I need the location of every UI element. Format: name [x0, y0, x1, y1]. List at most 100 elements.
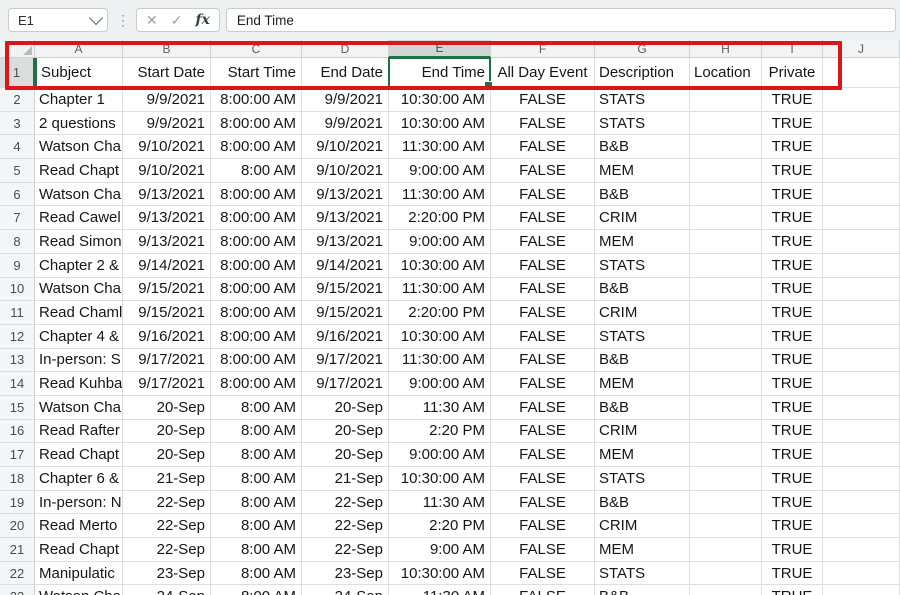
cell-H19[interactable]: [690, 491, 762, 515]
cell-C16[interactable]: 8:00 AM: [211, 420, 302, 444]
cell-C10[interactable]: 8:00:00 AM: [211, 278, 302, 302]
cell-D1[interactable]: End Date: [302, 58, 389, 88]
cell-A17[interactable]: Read Chapt: [35, 443, 123, 467]
cell-B14[interactable]: 9/17/2021: [123, 372, 211, 396]
cell-D8[interactable]: 9/13/2021: [302, 230, 389, 254]
cell-C12[interactable]: 8:00:00 AM: [211, 325, 302, 349]
enter-icon[interactable]: ✓: [171, 12, 183, 29]
cell-C6[interactable]: 8:00:00 AM: [211, 183, 302, 207]
cell-B16[interactable]: 20-Sep: [123, 420, 211, 444]
cell-E10[interactable]: 11:30:00 AM: [389, 278, 491, 302]
row-header-10[interactable]: 10: [0, 278, 35, 302]
cell-I9[interactable]: TRUE: [762, 254, 823, 278]
cell-A8[interactable]: Read Simon: [35, 230, 123, 254]
cell-B2[interactable]: 9/9/2021: [123, 88, 211, 112]
cell-G17[interactable]: MEM: [595, 443, 690, 467]
cell-H18[interactable]: [690, 467, 762, 491]
cell-D23[interactable]: 24-Sep: [302, 585, 389, 595]
cell-G20[interactable]: CRIM: [595, 514, 690, 538]
cell-D13[interactable]: 9/17/2021: [302, 349, 389, 373]
cell-H8[interactable]: [690, 230, 762, 254]
cell-E18[interactable]: 10:30:00 AM: [389, 467, 491, 491]
cell-J20[interactable]: [823, 514, 900, 538]
column-header-G[interactable]: G: [595, 40, 690, 58]
cell-E14[interactable]: 9:00:00 AM: [389, 372, 491, 396]
cell-G6[interactable]: B&B: [595, 183, 690, 207]
cell-J10[interactable]: [823, 278, 900, 302]
cell-B7[interactable]: 9/13/2021: [123, 206, 211, 230]
cell-J1[interactable]: [823, 58, 900, 88]
cell-J23[interactable]: [823, 585, 900, 595]
cell-A23[interactable]: Watson Cha: [35, 585, 123, 595]
cell-I11[interactable]: TRUE: [762, 301, 823, 325]
cell-G12[interactable]: STATS: [595, 325, 690, 349]
cell-F15[interactable]: FALSE: [491, 396, 595, 420]
cell-G7[interactable]: CRIM: [595, 206, 690, 230]
cell-D18[interactable]: 21-Sep: [302, 467, 389, 491]
cell-H3[interactable]: [690, 112, 762, 136]
cell-B23[interactable]: 24-Sep: [123, 585, 211, 595]
cancel-icon[interactable]: ✕: [146, 12, 158, 29]
cell-J7[interactable]: [823, 206, 900, 230]
fill-handle[interactable]: [484, 81, 493, 90]
cell-G10[interactable]: B&B: [595, 278, 690, 302]
cell-D16[interactable]: 20-Sep: [302, 420, 389, 444]
cell-C19[interactable]: 8:00 AM: [211, 491, 302, 515]
row-header-15[interactable]: 15: [0, 396, 35, 420]
cell-F17[interactable]: FALSE: [491, 443, 595, 467]
cell-D12[interactable]: 9/16/2021: [302, 325, 389, 349]
cell-C2[interactable]: 8:00:00 AM: [211, 88, 302, 112]
cell-I19[interactable]: TRUE: [762, 491, 823, 515]
cell-E9[interactable]: 10:30:00 AM: [389, 254, 491, 278]
cell-C13[interactable]: 8:00:00 AM: [211, 349, 302, 373]
cell-A15[interactable]: Watson Cha: [35, 396, 123, 420]
cell-I15[interactable]: TRUE: [762, 396, 823, 420]
cell-G18[interactable]: STATS: [595, 467, 690, 491]
cell-D19[interactable]: 22-Sep: [302, 491, 389, 515]
cell-I4[interactable]: TRUE: [762, 135, 823, 159]
cell-D9[interactable]: 9/14/2021: [302, 254, 389, 278]
row-header-21[interactable]: 21: [0, 538, 35, 562]
cell-I18[interactable]: TRUE: [762, 467, 823, 491]
column-header-I[interactable]: I: [762, 40, 823, 58]
cell-A11[interactable]: Read Chaml: [35, 301, 123, 325]
row-header-19[interactable]: 19: [0, 491, 35, 515]
cell-B11[interactable]: 9/15/2021: [123, 301, 211, 325]
cell-D11[interactable]: 9/15/2021: [302, 301, 389, 325]
cell-H5[interactable]: [690, 159, 762, 183]
cell-G16[interactable]: CRIM: [595, 420, 690, 444]
cell-J9[interactable]: [823, 254, 900, 278]
cell-D10[interactable]: 9/15/2021: [302, 278, 389, 302]
cell-H21[interactable]: [690, 538, 762, 562]
cell-D7[interactable]: 9/13/2021: [302, 206, 389, 230]
cell-G19[interactable]: B&B: [595, 491, 690, 515]
cell-C15[interactable]: 8:00 AM: [211, 396, 302, 420]
cell-F12[interactable]: FALSE: [491, 325, 595, 349]
cell-A20[interactable]: Read Merto: [35, 514, 123, 538]
cell-E3[interactable]: 10:30:00 AM: [389, 112, 491, 136]
cell-D2[interactable]: 9/9/2021: [302, 88, 389, 112]
cell-C17[interactable]: 8:00 AM: [211, 443, 302, 467]
cell-B1[interactable]: Start Date: [123, 58, 211, 88]
cell-I1[interactable]: Private: [762, 58, 823, 88]
cell-B6[interactable]: 9/13/2021: [123, 183, 211, 207]
cell-B3[interactable]: 9/9/2021: [123, 112, 211, 136]
cell-D6[interactable]: 9/13/2021: [302, 183, 389, 207]
cell-C22[interactable]: 8:00 AM: [211, 562, 302, 586]
cell-E20[interactable]: 2:20 PM: [389, 514, 491, 538]
cell-I22[interactable]: TRUE: [762, 562, 823, 586]
cell-F5[interactable]: FALSE: [491, 159, 595, 183]
row-header-3[interactable]: 3: [0, 112, 35, 136]
cell-F16[interactable]: FALSE: [491, 420, 595, 444]
cell-I21[interactable]: TRUE: [762, 538, 823, 562]
cell-A3[interactable]: 2 questions: [35, 112, 123, 136]
column-header-J[interactable]: J: [823, 40, 900, 58]
cell-B17[interactable]: 20-Sep: [123, 443, 211, 467]
cell-A1[interactable]: Subject: [35, 58, 123, 88]
cell-J18[interactable]: [823, 467, 900, 491]
cell-I2[interactable]: TRUE: [762, 88, 823, 112]
cell-E15[interactable]: 11:30 AM: [389, 396, 491, 420]
cell-G22[interactable]: STATS: [595, 562, 690, 586]
cell-I12[interactable]: TRUE: [762, 325, 823, 349]
cell-I3[interactable]: TRUE: [762, 112, 823, 136]
